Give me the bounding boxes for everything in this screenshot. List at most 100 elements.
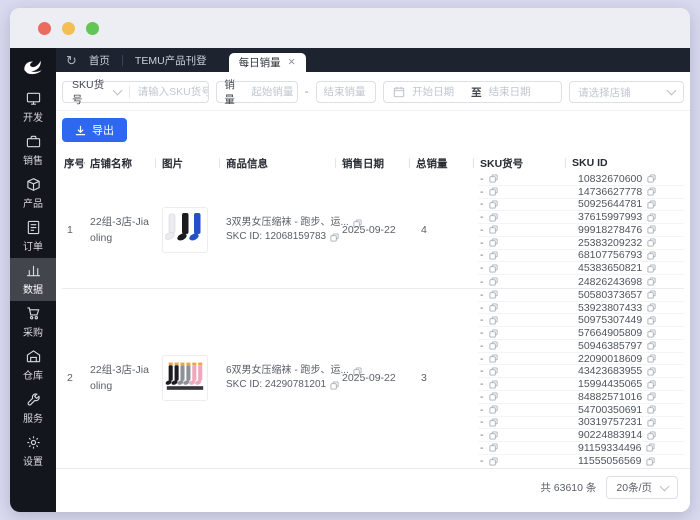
sales-start-group: 销量 (216, 81, 297, 103)
copy-icon[interactable] (647, 316, 656, 325)
copy-icon[interactable] (647, 329, 656, 338)
sidebar-item-data[interactable]: 数据 (10, 258, 56, 301)
window-close-button[interactable] (38, 22, 51, 35)
sidebar-item-sales[interactable]: 销售 (10, 129, 56, 172)
copy-icon[interactable] (647, 213, 656, 222)
order-list-icon (26, 220, 41, 235)
sku-number-value: - (480, 276, 484, 288)
copy-icon[interactable] (489, 264, 498, 273)
copy-icon[interactable] (489, 225, 498, 234)
refresh-icon[interactable]: ↻ (66, 54, 77, 67)
copy-icon[interactable] (489, 187, 498, 196)
tab-home[interactable]: 首页 (77, 53, 122, 68)
copy-icon[interactable] (647, 405, 656, 414)
window-zoom-button[interactable] (86, 22, 99, 35)
copy-icon[interactable] (489, 367, 498, 376)
copy-icon[interactable] (647, 277, 656, 286)
table-body: 1 22组-3店-Jiaoling (62, 173, 684, 468)
copy-icon[interactable] (489, 290, 498, 299)
copy-icon[interactable] (330, 381, 339, 390)
sku-field-select-value: SKU货号 (72, 77, 107, 107)
tab-daily-sales[interactable]: 每日销量 ✕ (229, 53, 306, 72)
sales-start-input[interactable] (251, 86, 297, 98)
shop-name: 22组-3店-Jiaoling (90, 214, 154, 247)
window-minimize-button[interactable] (62, 22, 75, 35)
row-seq: 1 (62, 224, 88, 236)
copy-icon[interactable] (489, 238, 498, 247)
sku-id-cell: 53923807433 (572, 302, 684, 314)
copy-icon[interactable] (489, 200, 498, 209)
copy-icon[interactable] (489, 457, 498, 466)
briefcase-icon (26, 134, 41, 149)
copy-icon[interactable] (489, 303, 498, 312)
copy-icon[interactable] (647, 225, 656, 234)
tab-temu-listing[interactable]: TEMU产品刊登 (123, 53, 219, 68)
copy-icon[interactable] (646, 443, 655, 452)
sku-subrow: - 50925644781 (478, 199, 684, 212)
copy-icon[interactable] (647, 238, 656, 247)
export-button[interactable]: 导出 (62, 118, 127, 142)
end-date-input[interactable] (489, 86, 541, 98)
copy-icon[interactable] (489, 392, 498, 401)
shop-select[interactable]: 请选择店铺 (569, 81, 684, 103)
copy-icon[interactable] (647, 174, 656, 183)
copy-icon[interactable] (647, 251, 656, 260)
copy-icon[interactable] (647, 290, 656, 299)
copy-icon[interactable] (489, 174, 498, 183)
copy-icon[interactable] (647, 303, 656, 312)
start-date-input[interactable] (412, 86, 464, 98)
sku-number-cell: - (478, 378, 572, 390)
copy-icon[interactable] (330, 233, 339, 242)
product-image[interactable] (162, 355, 208, 401)
copy-icon[interactable] (647, 187, 656, 196)
copy-icon[interactable] (647, 431, 656, 440)
sidebar-item-warehouse[interactable]: 仓库 (10, 344, 56, 387)
sidebar-item-dev[interactable]: 开发 (10, 86, 56, 129)
sku-field-select[interactable]: SKU货号 (63, 77, 129, 107)
copy-icon[interactable] (489, 380, 498, 389)
copy-icon[interactable] (646, 457, 655, 466)
copy-icon[interactable] (489, 354, 498, 363)
sku-id-value: 53923807433 (578, 302, 642, 314)
copy-icon[interactable] (489, 277, 498, 286)
copy-icon[interactable] (647, 354, 656, 363)
copy-icon[interactable] (489, 341, 498, 350)
copy-icon[interactable] (647, 392, 656, 401)
copy-icon[interactable] (489, 213, 498, 222)
sku-id-value: 15994435065 (578, 378, 642, 390)
copy-icon[interactable] (489, 316, 498, 325)
sku-subrow: - 10832670600 (478, 173, 684, 186)
copy-icon[interactable] (489, 251, 498, 260)
sku-number-value: - (480, 262, 484, 274)
copy-icon[interactable] (489, 418, 498, 427)
tab-daily-sales-label: 每日销量 (239, 55, 281, 70)
sidebar-item-orders[interactable]: 订单 (10, 215, 56, 258)
sidebar-item-purchasing[interactable]: 采购 (10, 301, 56, 344)
sku-number-input[interactable] (130, 86, 209, 98)
sku-number-value: - (480, 224, 484, 236)
copy-icon[interactable] (647, 367, 656, 376)
page-size-select[interactable]: 20条/页 (606, 476, 678, 499)
copy-icon[interactable] (489, 329, 498, 338)
date-range-picker[interactable]: 至 (383, 81, 562, 103)
copy-icon[interactable] (489, 405, 498, 414)
sku-id-value: 11555056569 (578, 455, 641, 467)
copy-icon[interactable] (647, 380, 656, 389)
sku-id-cell: 11555056569 (572, 455, 684, 467)
copy-icon[interactable] (647, 264, 656, 273)
product-image[interactable] (162, 207, 208, 253)
product-title: 6双男女压缩袜 - 跑步、运... (226, 364, 349, 378)
sku-number-value: - (480, 198, 484, 210)
sales-end-group (316, 81, 377, 103)
copy-icon[interactable] (489, 431, 498, 440)
copy-icon[interactable] (489, 443, 498, 452)
sales-end-input[interactable] (324, 86, 369, 98)
copy-icon[interactable] (647, 341, 656, 350)
close-icon[interactable]: ✕ (288, 57, 296, 68)
copy-icon[interactable] (647, 418, 656, 427)
sidebar-item-service[interactable]: 服务 (10, 387, 56, 430)
copy-icon[interactable] (647, 200, 656, 209)
sidebar-item-settings[interactable]: 设置 (10, 430, 56, 473)
sidebar-item-product[interactable]: 产品 (10, 172, 56, 215)
sidebar-item-label: 仓库 (23, 367, 43, 382)
